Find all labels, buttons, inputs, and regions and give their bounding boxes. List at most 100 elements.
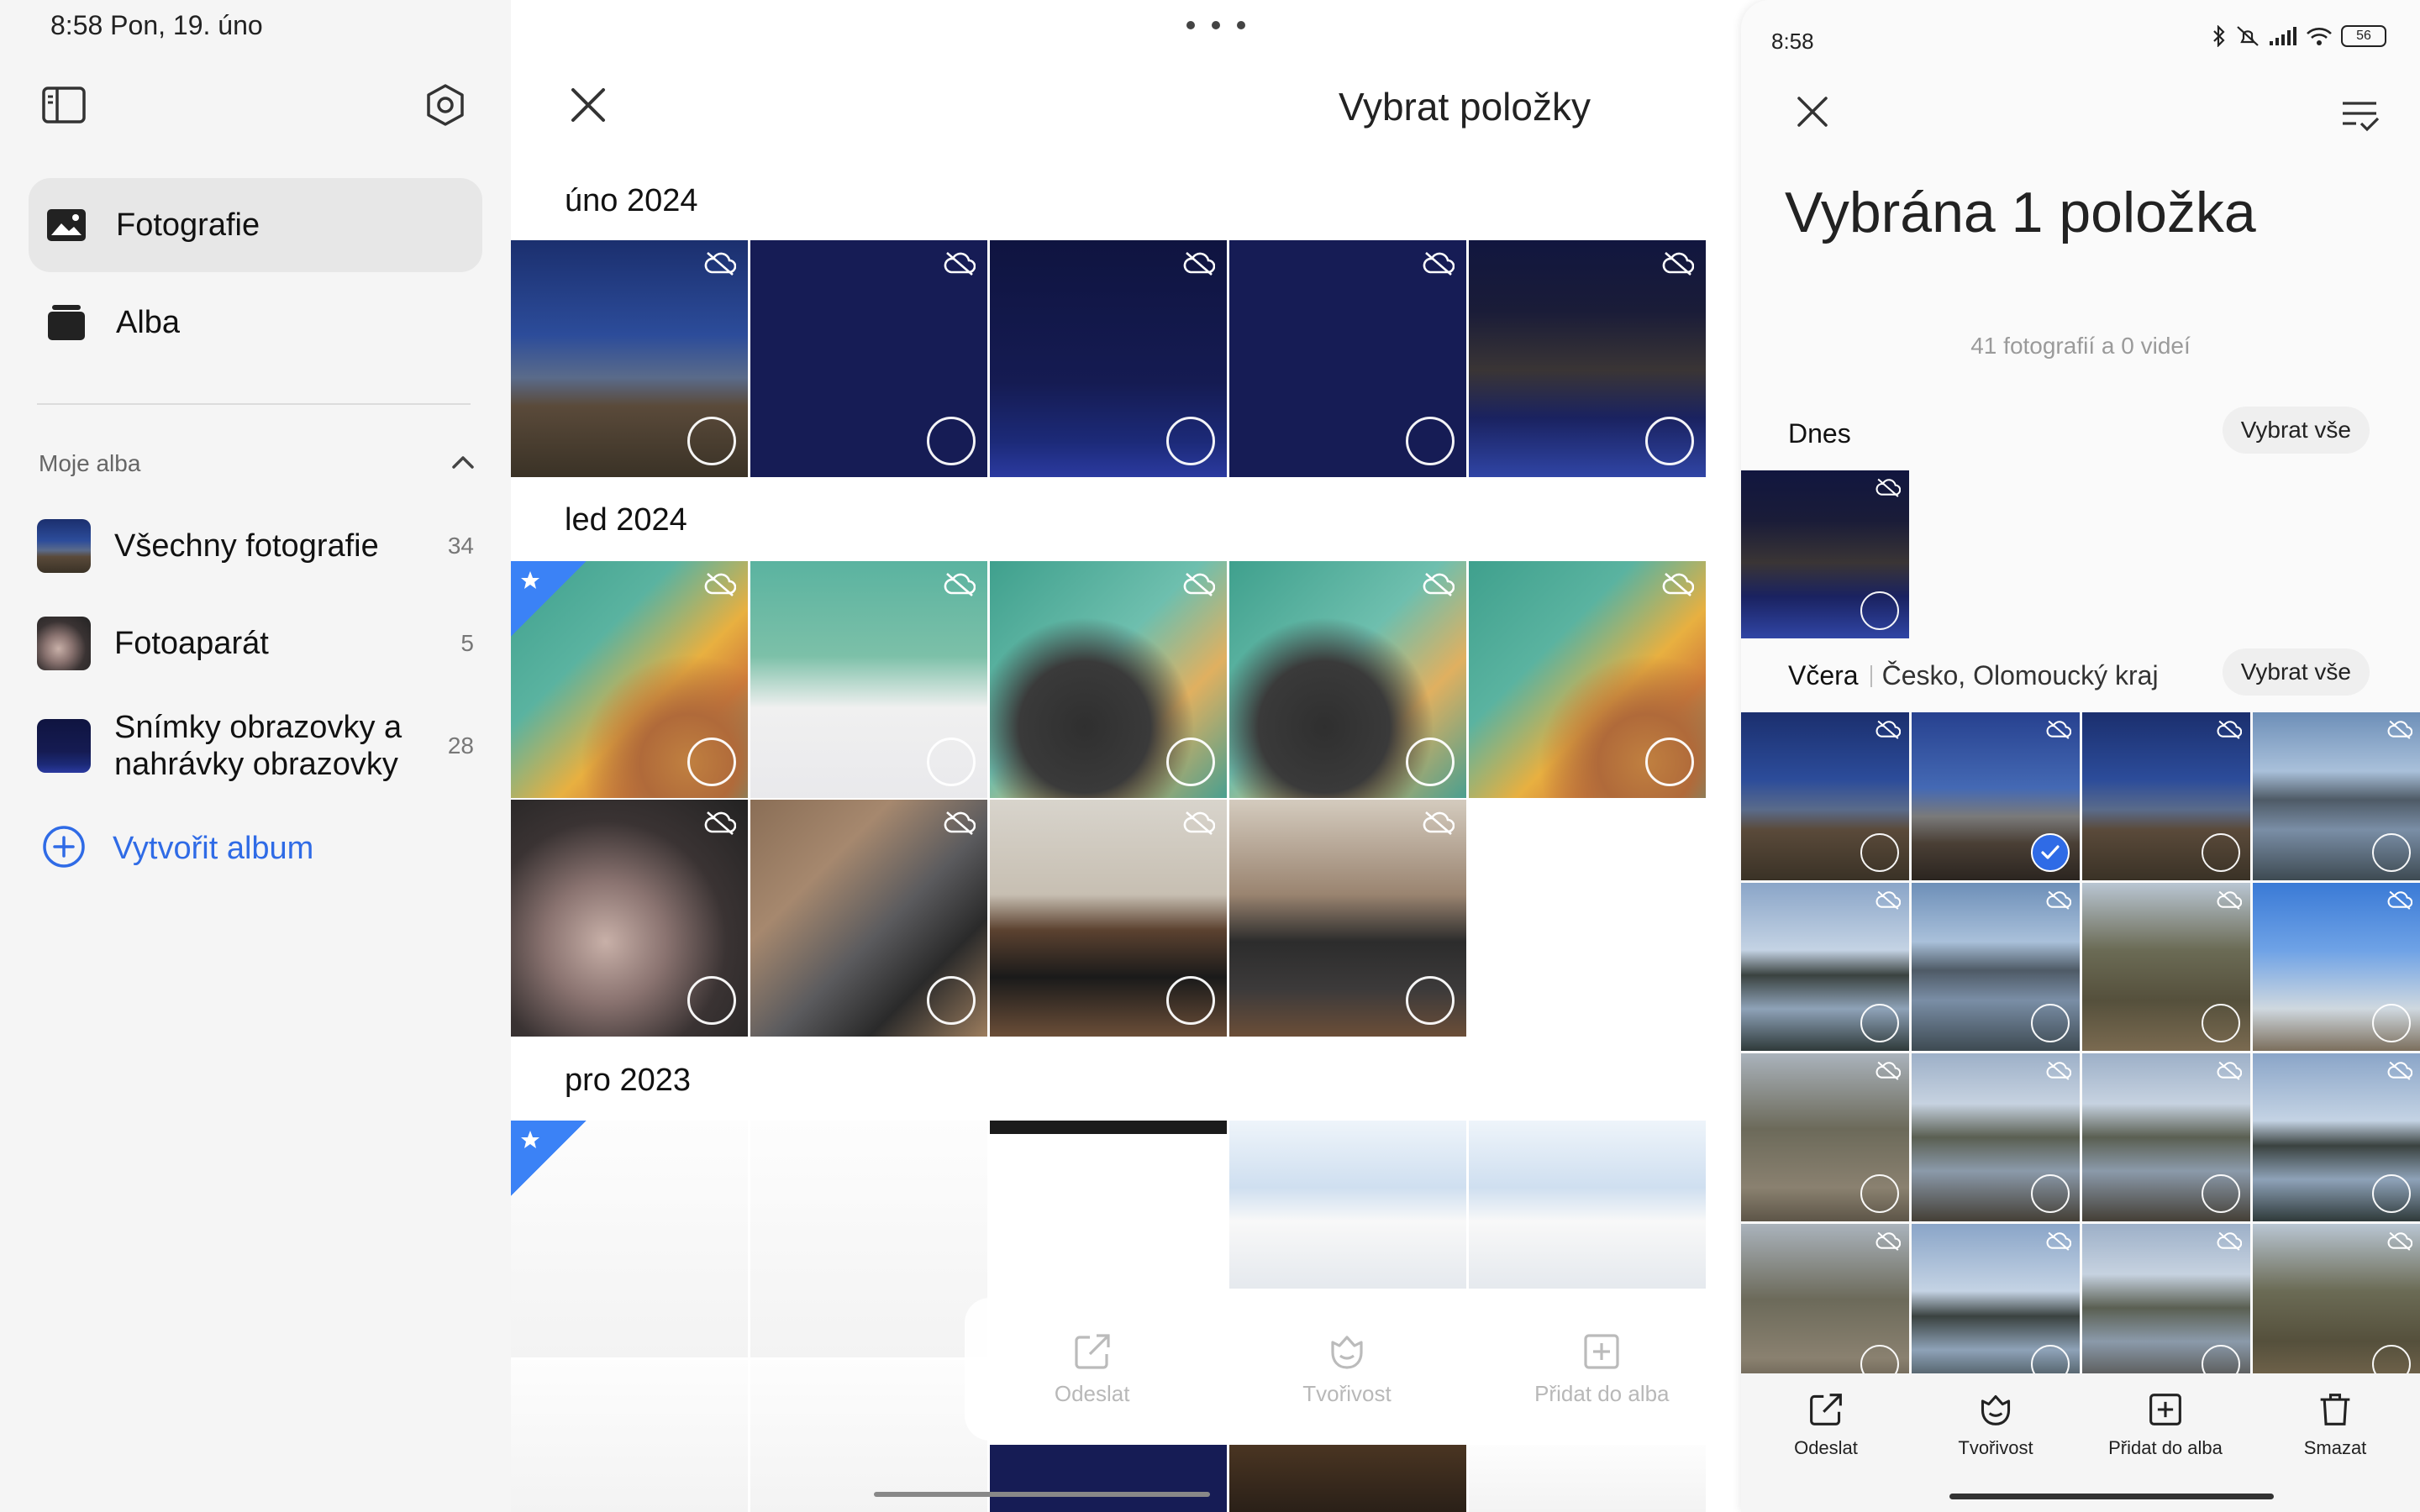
photo-tile[interactable]: [1741, 1053, 1909, 1221]
close-icon[interactable]: [1790, 89, 1835, 134]
select-circle[interactable]: [1645, 417, 1694, 465]
selected-check-icon[interactable]: [2031, 833, 2070, 872]
select-circle[interactable]: [1166, 976, 1215, 1025]
photo-tile[interactable]: [2253, 712, 2420, 880]
more-dots-icon[interactable]: [1186, 17, 1245, 34]
photo-icon: [45, 204, 87, 246]
select-circle[interactable]: [2031, 1174, 2070, 1213]
select-circle[interactable]: [2202, 1174, 2240, 1213]
photo-tile[interactable]: [1229, 1445, 1466, 1512]
select-circle[interactable]: [927, 417, 976, 465]
photo-tile[interactable]: [990, 1121, 1227, 1289]
photo-tile[interactable]: [1469, 1445, 1706, 1512]
photo-tile[interactable]: [1741, 883, 1909, 1051]
select-circle[interactable]: [1166, 738, 1215, 786]
photo-tile[interactable]: [2082, 1224, 2250, 1392]
photo-tile[interactable]: [1229, 240, 1466, 477]
my-albums-label: Moje alba: [39, 450, 141, 476]
chevron-up-icon[interactable]: [450, 454, 476, 475]
photo-tile-selected[interactable]: [1912, 712, 2080, 880]
select-all-button[interactable]: Vybrat vše: [2222, 648, 2370, 696]
create-album-button[interactable]: Vytvořit album: [42, 825, 313, 873]
select-circle[interactable]: [927, 976, 976, 1025]
photo-tile[interactable]: [2253, 1053, 2420, 1221]
photo-tile[interactable]: [1912, 1224, 2080, 1392]
nav-item-photos[interactable]: Fotografie: [29, 178, 482, 272]
photo-tile[interactable]: [750, 800, 987, 1037]
select-circle[interactable]: [2202, 1004, 2240, 1042]
select-circle[interactable]: [2372, 1004, 2411, 1042]
photo-tile[interactable]: [2082, 883, 2250, 1051]
photo-tile[interactable]: [750, 1360, 987, 1512]
photo-tile[interactable]: [1469, 240, 1706, 477]
close-icon[interactable]: [563, 80, 613, 130]
select-circle[interactable]: [687, 976, 736, 1025]
share-button[interactable]: Odeslat: [1746, 1392, 1906, 1512]
photo-tile[interactable]: [511, 1360, 748, 1512]
select-circle[interactable]: [1406, 417, 1455, 465]
album-all-photos[interactable]: Všechny fotografie 34: [37, 519, 474, 573]
photo-tile[interactable]: [1912, 883, 2080, 1051]
photo-tile[interactable]: [1469, 561, 1706, 798]
nav-item-albums[interactable]: Alba: [29, 276, 482, 370]
home-indicator[interactable]: [1949, 1494, 2274, 1499]
album-screenshots[interactable]: Snímky obrazovky a nahrávky obrazovky 28: [37, 709, 474, 783]
sidebar-toggle-icon[interactable]: [39, 80, 89, 130]
select-circle[interactable]: [2202, 833, 2240, 872]
select-circle[interactable]: [1645, 738, 1694, 786]
photo-tile[interactable]: [990, 240, 1227, 477]
select-circle[interactable]: [1860, 1174, 1899, 1213]
photo-tile[interactable]: [990, 800, 1227, 1037]
photo-grid-row: [511, 561, 1706, 798]
photo-tile[interactable]: [1229, 1121, 1466, 1289]
photo-tile[interactable]: [511, 561, 748, 798]
photo-tile[interactable]: [2082, 712, 2250, 880]
photo-tile[interactable]: [1741, 470, 1909, 638]
album-camera[interactable]: Fotoaparát 5: [37, 617, 474, 670]
select-all-button[interactable]: Vybrat vše: [2222, 407, 2370, 454]
select-circle[interactable]: [1860, 591, 1899, 630]
photo-tile[interactable]: [1469, 1121, 1706, 1289]
select-circle[interactable]: [687, 738, 736, 786]
settings-icon[interactable]: [420, 80, 471, 130]
share-button[interactable]: Odeslat: [1000, 1332, 1185, 1407]
month-header: pro 2023: [565, 1063, 692, 1098]
photo-tile[interactable]: [1741, 712, 1909, 880]
creativity-button[interactable]: Tvořivost: [1255, 1332, 1439, 1407]
photo-tile[interactable]: [990, 561, 1227, 798]
photo-tile[interactable]: [1741, 1224, 1909, 1392]
photo-grid-row: [1741, 1053, 2420, 1221]
home-indicator[interactable]: [874, 1492, 1210, 1497]
select-circle[interactable]: [1860, 833, 1899, 872]
select-circle[interactable]: [1166, 417, 1215, 465]
select-circle[interactable]: [1406, 976, 1455, 1025]
select-circle[interactable]: [1860, 1004, 1899, 1042]
photo-tile[interactable]: [750, 1121, 987, 1357]
photo-tile[interactable]: [2253, 1224, 2420, 1392]
delete-button[interactable]: Smazat: [2255, 1392, 2415, 1512]
select-mode-icon[interactable]: [2338, 92, 2383, 138]
photo-tile[interactable]: [1229, 561, 1466, 798]
select-circle[interactable]: [2372, 1174, 2411, 1213]
photo-grid-row: [990, 1445, 1706, 1512]
photo-tile[interactable]: [511, 1121, 748, 1357]
photo-tile[interactable]: [750, 240, 987, 477]
nav-label-photos: Fotografie: [116, 207, 260, 243]
select-circle[interactable]: [1406, 738, 1455, 786]
photo-tile[interactable]: [511, 800, 748, 1037]
cloud-off-icon: [1423, 573, 1455, 596]
photo-tile[interactable]: [990, 1445, 1227, 1512]
add-to-album-button[interactable]: Přidat do alba: [1509, 1332, 1694, 1407]
photo-tile[interactable]: [2253, 883, 2420, 1051]
photo-tile[interactable]: [2082, 1053, 2250, 1221]
select-circle[interactable]: [2031, 1004, 2070, 1042]
photo-tile[interactable]: [511, 240, 748, 477]
album-name: Všechny fotografie: [114, 528, 379, 564]
select-circle[interactable]: [687, 417, 736, 465]
my-albums-header[interactable]: Moje alba: [39, 450, 476, 484]
select-circle[interactable]: [927, 738, 976, 786]
select-circle[interactable]: [2372, 833, 2411, 872]
photo-tile[interactable]: [1229, 800, 1466, 1037]
photo-tile[interactable]: [750, 561, 987, 798]
photo-tile[interactable]: [1912, 1053, 2080, 1221]
